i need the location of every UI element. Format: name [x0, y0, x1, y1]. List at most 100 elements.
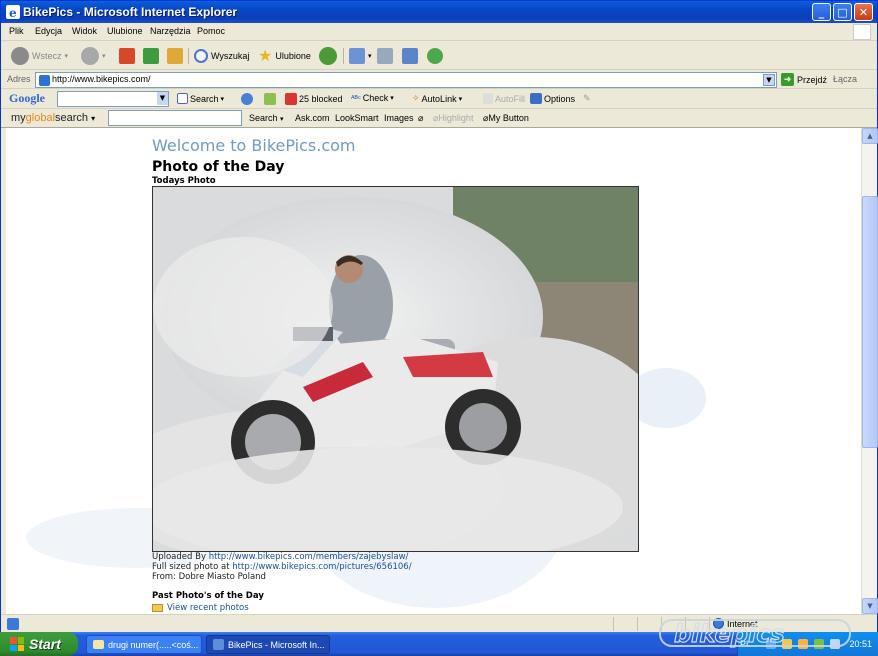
history-button[interactable] — [319, 46, 337, 66]
printer-icon — [377, 48, 393, 64]
options-button[interactable]: Options — [530, 93, 575, 104]
go-arrow-icon: ➜ — [781, 73, 794, 86]
favorites-button[interactable]: ★ Ulubione — [258, 46, 311, 66]
myglobalsearch-logo[interactable]: myglobalsearch ▾ — [11, 112, 95, 124]
popup-blocked-icon — [285, 93, 297, 105]
menu-favorites[interactable]: Ulubione — [107, 26, 143, 36]
bikepics-watermark-logo: bikepics — [659, 619, 851, 649]
back-arrow-icon — [11, 47, 29, 65]
autofill-icon — [483, 93, 493, 104]
edit-page-icon — [402, 48, 418, 64]
taskbar-item-mail[interactable]: drugi numer(.....<coś... — [86, 635, 202, 654]
stop-button[interactable] — [119, 46, 135, 66]
maximize-button[interactable]: □ — [833, 3, 852, 21]
go-button[interactable]: ➜ Przejdź — [781, 73, 827, 86]
menu-edit[interactable]: Edycja — [35, 26, 62, 36]
svg-text:e: e — [9, 6, 17, 19]
messenger-button[interactable] — [427, 46, 443, 66]
popup-blocker-button[interactable]: 25 blocked — [285, 93, 343, 105]
options-icon — [530, 93, 542, 104]
home-button[interactable] — [167, 46, 183, 66]
pagerank-button[interactable] — [264, 93, 276, 105]
mgs-search-button[interactable]: Search ▾ — [249, 113, 284, 123]
my-button[interactable]: ⌀My Button — [483, 113, 529, 124]
askcom-button[interactable]: Ask.com — [295, 113, 330, 123]
back-button[interactable]: Wstecz ▾ — [11, 46, 68, 66]
photo-of-day-heading: Photo of the Day — [152, 159, 285, 175]
photo-of-day-image[interactable] — [152, 186, 639, 552]
forward-arrow-icon — [81, 47, 99, 65]
home-icon — [167, 48, 183, 64]
wand-icon: ✧ — [412, 93, 420, 103]
full-size-photo-link[interactable]: http://www.bikepics.com/pictures/656106/ — [232, 562, 411, 572]
photo-location: From: Dobre Miasto Poland — [152, 572, 266, 582]
menu-tools[interactable]: Narzędzia — [150, 26, 191, 36]
autolink-button[interactable]: ✧ AutoLink ▾ — [412, 93, 462, 104]
address-dropdown[interactable]: ▼ — [763, 74, 775, 86]
abc-check-icon: ᴬᴮᶜ — [351, 93, 361, 103]
past-photos-heading: Past Photo's of the Day — [152, 591, 264, 601]
messenger-icon — [427, 48, 443, 64]
scroll-up-button[interactable]: ▲ — [862, 128, 878, 144]
google-search-button[interactable]: Search ▾ — [177, 93, 224, 104]
mail-icon — [349, 48, 365, 64]
full-size-line: Full sized photo at http://www.bikepics.… — [152, 562, 412, 572]
view-recent-photos-link[interactable]: View recent photos — [152, 603, 249, 613]
looksmart-button[interactable]: LookSmart — [335, 113, 379, 123]
highlight-button[interactable]: ⌀Highlight — [433, 113, 473, 124]
google-news-button[interactable] — [241, 93, 253, 105]
edit-button[interactable] — [402, 46, 418, 66]
mgs-search-input[interactable] — [108, 110, 242, 126]
search-button[interactable]: Wyszukaj — [194, 46, 249, 66]
close-button[interactable]: ✕ — [854, 3, 873, 21]
spellcheck-button[interactable]: ᴬᴮᶜ Check ▾ — [351, 93, 394, 103]
menu-view[interactable]: Widok — [72, 26, 97, 36]
address-bar: Adres http://www.bikepics.com/ ▼ ➜ Przej… — [1, 71, 877, 89]
todays-photo-label: Todays Photo — [152, 176, 216, 186]
page-icon — [39, 75, 50, 86]
address-input[interactable]: http://www.bikepics.com/ — [35, 72, 777, 88]
scroll-thumb[interactable] — [862, 196, 878, 448]
uploader-link[interactable]: http://www.bikepics.com/members/zajebysl… — [209, 552, 409, 562]
svg-text:bikepics: bikepics — [674, 620, 785, 648]
refresh-icon — [143, 48, 159, 64]
address-label: Adres — [7, 74, 31, 84]
google-search-input[interactable] — [57, 91, 169, 107]
vertical-scrollbar[interactable]: ▲ ▼ — [861, 128, 878, 614]
page-viewport: Welcome to BikePics.com Photo of the Day… — [6, 128, 861, 614]
google-search-dropdown[interactable]: ▼ — [157, 92, 168, 105]
google-g-icon — [177, 93, 188, 104]
title-bar[interactable]: e BikePics - Microsoft Internet Explorer… — [1, 1, 877, 23]
google-toolbar: Google ▼ Search ▾ 25 blocked ᴬᴮᶜ Check ▾ ✧… — [1, 89, 877, 109]
myglobalsearch-toolbar: myglobalsearch ▾ Search ▾ Ask.com LookSm… — [1, 109, 877, 128]
forward-button[interactable]: ▾ — [81, 46, 106, 66]
mail-button[interactable]: ▾ — [349, 46, 372, 66]
envelope-icon — [93, 640, 104, 649]
windows-logo-icon — [10, 637, 24, 651]
window-title: BikePics - Microsoft Internet Explorer — [23, 5, 238, 19]
uploaded-by-line: Uploaded By http://www.bikepics.com/memb… — [152, 552, 409, 562]
scroll-down-button[interactable]: ▼ — [862, 598, 878, 614]
stop-icon — [119, 48, 135, 64]
links-button[interactable]: Łącza — [833, 74, 857, 84]
menu-file[interactable]: Plik — [9, 26, 24, 36]
eraser-icon[interactable]: ⌀ — [418, 113, 423, 124]
menu-help[interactable]: Pomoc — [197, 26, 225, 36]
refresh-button[interactable] — [143, 46, 159, 66]
taskbar-item-ie[interactable]: BikePics - Microsoft In... — [206, 635, 330, 654]
highlighter-button[interactable]: ✎ — [583, 93, 591, 104]
autofill-button[interactable]: AutoFill — [483, 93, 525, 104]
pagerank-icon — [264, 93, 276, 105]
menu-bar: Plik Edycja Widok Ulubione Narzędzia Pom… — [1, 23, 877, 41]
start-button[interactable]: Start — [0, 632, 78, 656]
print-button[interactable] — [377, 46, 393, 66]
folder-icon — [152, 604, 163, 612]
minimize-button[interactable]: _ — [812, 3, 831, 21]
images-button[interactable]: Images — [384, 113, 414, 123]
pencil-icon: ✎ — [583, 93, 591, 103]
google-logo[interactable]: Google — [9, 91, 45, 106]
page-status-icon — [7, 618, 19, 630]
windows-flag-icon — [853, 24, 871, 40]
globe-icon — [241, 93, 253, 105]
standard-toolbar: Wstecz ▾ ▾ Wyszukaj ★ Ulubione ▾ — [1, 42, 877, 70]
